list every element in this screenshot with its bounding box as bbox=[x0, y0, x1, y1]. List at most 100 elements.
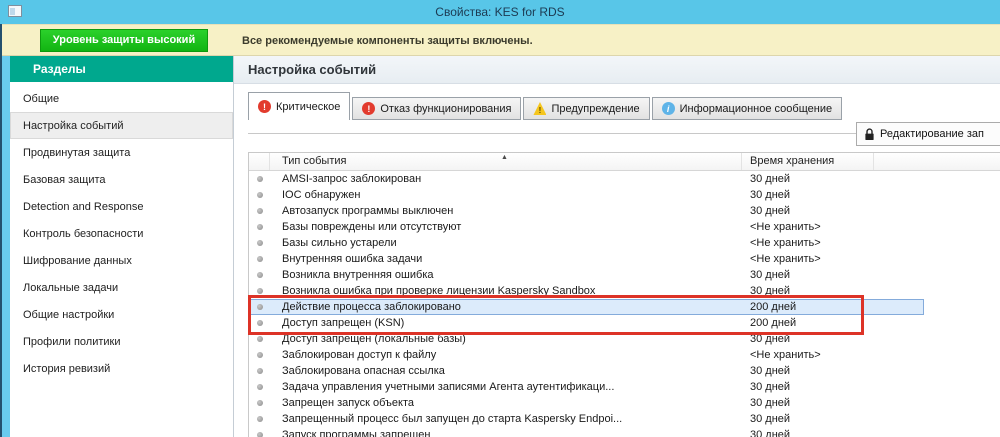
tab-critical[interactable]: ! Критическое bbox=[248, 92, 351, 120]
sidebar-list: Общие Настройка событий Продвинутая защита… bbox=[10, 82, 233, 382]
retention-cell: <Не хранить> bbox=[750, 221, 821, 233]
table-row[interactable]: Автозапуск программы выключен 30 дней bbox=[249, 203, 1000, 219]
event-bullet-cell bbox=[249, 363, 270, 379]
event-dot-icon bbox=[257, 368, 263, 374]
table-row[interactable]: Запрещенный процесс был запущен до старт… bbox=[249, 411, 1000, 427]
sidebar-item[interactable]: История ревизий bbox=[10, 355, 233, 382]
table-row[interactable]: Задача управления учетными записями Аген… bbox=[249, 379, 1000, 395]
sidebar-header: Разделы bbox=[10, 56, 233, 82]
event-type-cell: AMSI-запрос заблокирован bbox=[282, 173, 422, 185]
table-row[interactable]: Доступ запрещен (KSN) 200 дней bbox=[249, 315, 1000, 331]
window-title: Свойства: KES for RDS bbox=[435, 5, 565, 19]
event-type-cell: Запрещенный процесс был запущен до старт… bbox=[282, 413, 623, 425]
sidebar-item[interactable]: Локальные задачи bbox=[10, 274, 233, 301]
protection-level-button[interactable]: Уровень защиты высокий bbox=[40, 29, 208, 52]
toolbar-separator bbox=[248, 133, 856, 134]
event-dot-icon bbox=[257, 320, 263, 326]
event-bullet-cell bbox=[249, 171, 270, 187]
retention-cell: <Не хранить> bbox=[750, 237, 821, 249]
lock-icon bbox=[865, 127, 874, 140]
event-dot-icon bbox=[257, 192, 263, 198]
sidebar-item[interactable]: Базовая защита bbox=[10, 166, 233, 193]
critical-icon: ! bbox=[258, 100, 271, 113]
sidebar-item[interactable]: Общие настройки bbox=[10, 301, 233, 328]
retention-cell: 200 дней bbox=[750, 301, 797, 313]
retention-cell: <Не хранить> bbox=[750, 253, 821, 265]
retention-cell: 30 дней bbox=[750, 381, 791, 393]
sidebar-item[interactable]: Контроль безопасности bbox=[10, 220, 233, 247]
table-row[interactable]: Заблокирована опасная ссылка 30 дней bbox=[249, 363, 1000, 379]
event-type-cell: Задача управления учетными записями Аген… bbox=[282, 381, 615, 393]
sidebar-item[interactable]: Общие bbox=[10, 85, 233, 112]
tab-info[interactable]: i Информационное сообщение bbox=[651, 97, 843, 120]
event-type-cell: Доступ запрещен (KSN) bbox=[282, 317, 405, 329]
event-bullet-cell bbox=[249, 331, 270, 347]
retention-cell: 30 дней bbox=[750, 205, 791, 217]
table-row[interactable]: Запуск программы запрещен 30 дней bbox=[249, 427, 1000, 437]
failure-icon: ! bbox=[362, 102, 376, 115]
properties-window: Свойства: KES for RDS Уровень защиты выс… bbox=[0, 0, 1000, 437]
retention-cell: 30 дней bbox=[750, 413, 791, 425]
tab-failure[interactable]: ! Отказ функционирования bbox=[352, 97, 522, 120]
table-row[interactable]: Заблокирован доступ к файлу <Не хранить> bbox=[249, 347, 1000, 363]
event-type-cell: Базы повреждены или отсутствуют bbox=[282, 221, 462, 233]
info-icon: i bbox=[661, 102, 675, 115]
event-dot-icon bbox=[257, 400, 263, 406]
severity-tabs: ! Критическое! Отказ функционирования ! Пред… bbox=[248, 92, 844, 120]
sidebar-item[interactable]: Продвинутая защита bbox=[10, 139, 233, 166]
tab-warning[interactable]: ! Предупреждение bbox=[523, 97, 650, 120]
table-row[interactable]: Действие процесса заблокировано 200 дней bbox=[249, 299, 1000, 315]
event-bullet-cell bbox=[249, 187, 270, 203]
table-row[interactable]: Запрещен запуск объекта 30 дней bbox=[249, 395, 1000, 411]
event-bullet-cell bbox=[249, 427, 270, 437]
event-dot-icon bbox=[257, 176, 263, 182]
retention-cell: <Не хранить> bbox=[750, 349, 821, 361]
events-table: Тип события Время хранения ▲ AMSI-запрос… bbox=[248, 152, 1000, 437]
sidebar-item[interactable]: Настройка событий bbox=[10, 112, 233, 139]
retention-cell: 30 дней bbox=[750, 333, 791, 345]
warning-icon: ! bbox=[533, 102, 547, 115]
event-type-cell: Запрещен запуск объекта bbox=[282, 397, 415, 409]
event-type-cell: Действие процесса заблокировано bbox=[282, 301, 461, 313]
window-icon bbox=[8, 5, 22, 17]
event-dot-icon bbox=[257, 272, 263, 278]
event-bullet-cell bbox=[249, 379, 270, 395]
event-bullet-cell bbox=[249, 299, 270, 315]
event-bullet-cell bbox=[249, 315, 270, 331]
icon-column-header bbox=[249, 153, 270, 170]
event-bullet-cell bbox=[249, 203, 270, 219]
table-row[interactable]: Возникла внутренняя ошибка 30 дней bbox=[249, 267, 1000, 283]
table-row[interactable]: Доступ запрещен (локальные базы) 30 дней bbox=[249, 331, 1000, 347]
sort-ascending-icon: ▲ bbox=[501, 154, 508, 161]
tab-label: Критическое bbox=[276, 100, 341, 113]
event-type-cell: Базы сильно устарели bbox=[282, 237, 397, 249]
edit-record-label: Редактирование зап bbox=[880, 128, 984, 140]
table-row[interactable]: AMSI-запрос заблокирован 30 дней bbox=[249, 171, 1000, 187]
event-type-cell: Заблокирован доступ к файлу bbox=[282, 349, 437, 361]
sidebar-item[interactable]: Detection and Response bbox=[10, 193, 233, 220]
event-type-cell: Возникла внутренняя ошибка bbox=[282, 269, 434, 281]
retention-cell: 30 дней bbox=[750, 269, 791, 281]
table-row[interactable]: IOC обнаружен 30 дней bbox=[249, 187, 1000, 203]
event-dot-icon bbox=[257, 416, 263, 422]
event-dot-icon bbox=[257, 240, 263, 246]
retention-column-header[interactable]: Время хранения bbox=[742, 153, 874, 170]
table-row[interactable]: Базы повреждены или отсутствуют <Не храни… bbox=[249, 219, 1000, 235]
sidebar-item[interactable]: Шифрование данных bbox=[10, 247, 233, 274]
event-bullet-cell bbox=[249, 411, 270, 427]
event-dot-icon bbox=[257, 256, 263, 262]
retention-cell: 30 дней bbox=[750, 173, 791, 185]
tab-label: Отказ функционирования bbox=[380, 102, 512, 115]
event-type-cell: Автозапуск программы выключен bbox=[282, 205, 454, 217]
event-type-cell: Запуск программы запрещен bbox=[282, 429, 431, 437]
table-row[interactable]: Внутренняя ошибка задачи <Не хранить> bbox=[249, 251, 1000, 267]
tab-label: Информационное сообщение bbox=[679, 102, 833, 115]
table-row[interactable]: Возникла ошибка при проверке лицензии Ka… bbox=[249, 283, 1000, 299]
event-type-cell: Внутренняя ошибка задачи bbox=[282, 253, 423, 265]
table-row[interactable]: Базы сильно устарели <Не хранить> bbox=[249, 235, 1000, 251]
event-bullet-cell bbox=[249, 235, 270, 251]
retention-cell: 30 дней bbox=[750, 189, 791, 201]
retention-cell: 30 дней bbox=[750, 285, 791, 297]
edit-record-button[interactable]: Редактирование зап bbox=[856, 122, 1000, 146]
sidebar-item[interactable]: Профили политики bbox=[10, 328, 233, 355]
